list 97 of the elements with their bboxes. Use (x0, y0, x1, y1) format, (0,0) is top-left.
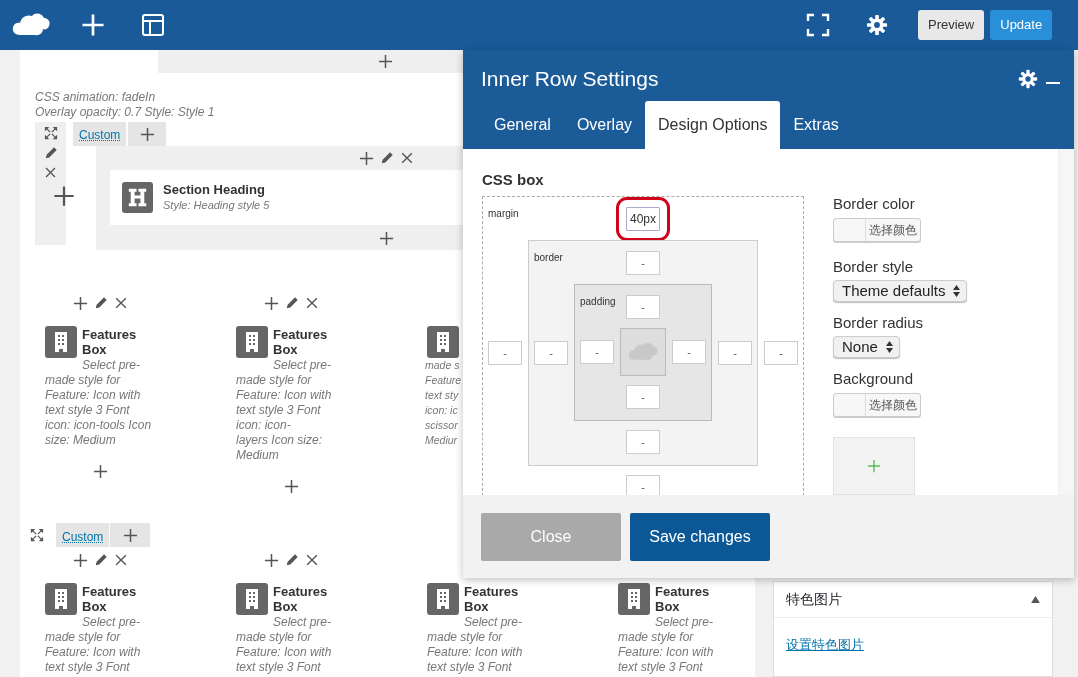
settings-icon[interactable] (1018, 68, 1038, 89)
css-value-field[interactable]: - (534, 340, 568, 365)
element-subtitle: Style: Heading style 5 (163, 198, 270, 213)
css-value-field[interactable]: - (626, 251, 660, 275)
panel-title: 特色图片 (786, 590, 842, 609)
expand-icon[interactable] (43, 126, 58, 140)
layer-label: margin (488, 207, 520, 221)
add-icon[interactable] (284, 479, 299, 494)
add-tab[interactable] (110, 523, 151, 547)
collapse-arrow-icon[interactable] (1031, 596, 1040, 603)
field-label: Border style (833, 258, 915, 276)
building-icon (427, 326, 459, 358)
dialog-title: Inner Row Settings (481, 65, 659, 92)
element-title: Section Heading (163, 182, 266, 198)
add-tab[interactable] (128, 122, 167, 146)
close-icon[interactable] (305, 553, 319, 567)
row-tab[interactable]: Custom (73, 122, 127, 146)
close-icon[interactable] (44, 166, 57, 179)
field-label: Border color (833, 195, 916, 213)
fullscreen-icon[interactable] (806, 13, 830, 37)
css-value-field[interactable]: - (626, 475, 660, 495)
building-icon (236, 326, 268, 358)
minimize-icon[interactable] (1046, 82, 1060, 85)
dialog-tab[interactable]: Design Options (645, 101, 781, 149)
add-icon[interactable] (52, 185, 75, 207)
close-icon[interactable] (305, 296, 319, 310)
css-value-field[interactable]: - (626, 385, 660, 409)
scrollbar[interactable] (1058, 149, 1074, 495)
building-icon (45, 583, 77, 615)
css-value-field[interactable]: - (718, 340, 752, 365)
add-icon[interactable] (378, 54, 393, 69)
color-picker-button[interactable]: 选择颜色 (833, 218, 921, 242)
close-icon[interactable] (114, 553, 128, 567)
row-info-text: Overlay opacity: 0.7 Style: Style 1 (35, 105, 216, 120)
card-description: Select pre- made style for Feature: Icon with text style 3 Font (427, 615, 524, 675)
field-label: Border radius (833, 314, 925, 332)
save-button[interactable]: Save changes (630, 513, 770, 561)
css-value-field[interactable]: - (488, 341, 522, 365)
dialog-tab[interactable]: General (481, 101, 564, 149)
building-icon (236, 583, 268, 615)
add-icon[interactable] (379, 231, 394, 246)
card-title: Features Box (464, 584, 520, 615)
card-title: Features Box (273, 327, 329, 358)
add-icon[interactable] (122, 527, 138, 543)
card-title: Features Box (82, 584, 138, 615)
select-arrows-icon (953, 285, 961, 297)
pencil-icon[interactable] (94, 553, 108, 567)
card-description: Select pre- made style for Feature: Icon with text style 3 Font icon: icon-tools Icon size: Medium (45, 358, 153, 448)
card-description: Select pre- made style for Feature: Icon with text style 3 Font (618, 615, 715, 675)
color-picker-button[interactable]: 选择颜色 (833, 393, 921, 417)
pencil-icon[interactable] (285, 553, 299, 567)
expand-icon[interactable] (30, 528, 44, 542)
dialog-tab[interactable]: Extras (780, 101, 852, 149)
heading-icon (122, 182, 153, 213)
card-description: Select pre- made style for Feature: Icon with text style 3 Font (236, 615, 333, 675)
card-description: Select pre- made style for Feature: Icon with text style 3 Font icon: icon- layers Icon size: Medium (236, 358, 333, 463)
add-icon[interactable] (73, 552, 88, 568)
pencil-icon[interactable] (285, 296, 299, 310)
section-title: CSS box (482, 171, 545, 189)
settings-icon[interactable] (866, 14, 888, 36)
add-icon[interactable] (264, 295, 279, 311)
add-icon[interactable] (73, 295, 88, 311)
css-value-field[interactable]: - (672, 340, 706, 364)
building-icon (427, 583, 459, 615)
field-label: Background (833, 370, 915, 388)
add-icon[interactable] (359, 150, 374, 166)
add-icon[interactable] (264, 552, 279, 568)
preview-button[interactable]: Preview (918, 10, 985, 40)
building-icon (618, 583, 650, 615)
row-tab[interactable]: Custom (56, 523, 110, 547)
css-value-field[interactable]: - (764, 341, 798, 365)
layer-label: padding (580, 295, 617, 309)
add-icon[interactable] (93, 464, 108, 479)
select-arrows-icon (885, 341, 893, 353)
building-icon (45, 326, 77, 358)
set-image-link[interactable]: 设置特色图片 (786, 637, 864, 652)
card-title: Features Box (655, 584, 711, 615)
add-icon (867, 459, 881, 473)
css-value-field[interactable]: - (626, 430, 660, 454)
dialog-tab[interactable]: Overlay (563, 101, 646, 149)
layout-icon[interactable] (141, 13, 165, 37)
select-field[interactable]: None (833, 336, 900, 358)
pencil-icon[interactable] (94, 296, 108, 310)
card-description: Select pre- made style for Feature: Icon with text style 3 Font (45, 615, 142, 675)
close-icon[interactable] (114, 296, 128, 310)
css-value-field[interactable]: - (580, 340, 614, 364)
select-field[interactable]: Theme defaults (833, 280, 968, 302)
add-icon[interactable] (139, 126, 155, 142)
card-description: made s Feature text sty icon: ic scissor Mediur (425, 358, 463, 448)
card-title: Features Box (82, 327, 138, 358)
close-icon[interactable] (400, 151, 414, 165)
css-value-field[interactable]: - (626, 295, 660, 319)
pencil-icon[interactable] (380, 151, 394, 165)
pencil-icon[interactable] (43, 146, 58, 160)
layer-label: border (534, 251, 564, 265)
card-title: Features Box (273, 584, 329, 615)
row-info-text: CSS animation: fadeIn (35, 90, 157, 105)
